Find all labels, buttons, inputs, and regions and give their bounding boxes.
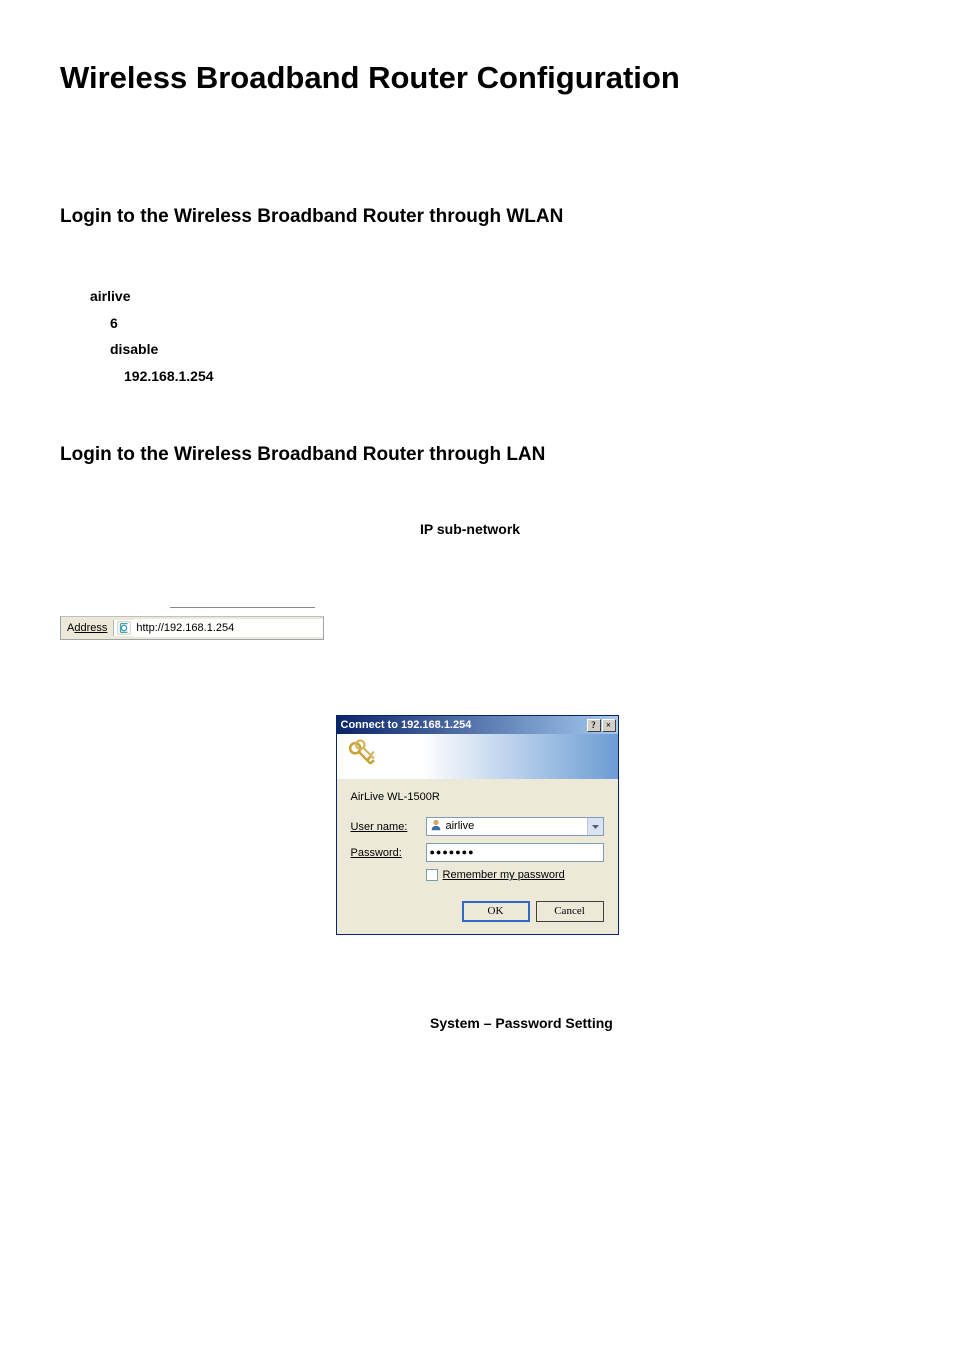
username-dropdown-button[interactable] [587, 818, 603, 835]
footer-password-setting: System – Password Setting [430, 1015, 894, 1031]
config-wep: disable [110, 336, 894, 363]
config-ip: 192.168.1.254 [124, 363, 894, 390]
wlan-config-values: airlive 6 disable 192.168.1.254 [90, 283, 894, 389]
config-ssid: airlive [90, 283, 894, 310]
ip-subnet-label: IP sub-network [420, 521, 894, 537]
address-url-input[interactable]: http://192.168.1.254 [134, 619, 323, 637]
dialog-header [337, 734, 618, 779]
section-lan-title: Login to the Wireless Broadband Router t… [60, 444, 894, 466]
ie-page-icon [113, 620, 134, 636]
password-input[interactable]: ●●●●●●● [426, 843, 604, 862]
username-label: User name: [351, 821, 426, 833]
user-icon [429, 818, 443, 835]
ok-button[interactable]: OK [462, 901, 530, 922]
realm-label: AirLive WL-1500R [351, 791, 604, 803]
config-channel: 6 [110, 310, 894, 337]
close-button[interactable]: × [602, 719, 616, 732]
password-value: ●●●●●●● [427, 844, 603, 861]
dialog-title: Connect to 192.168.1.254 [341, 719, 472, 731]
username-value: airlive [443, 818, 587, 835]
remember-checkbox[interactable] [426, 869, 438, 881]
username-input[interactable]: airlive [426, 817, 604, 836]
cancel-button[interactable]: Cancel [536, 901, 604, 922]
address-bar-screenshot: Address http://192.168.1.254 [60, 607, 894, 640]
page-title: Wireless Broadband Router Configuration [60, 60, 894, 96]
address-label: Address [61, 622, 113, 634]
help-button[interactable]: ? [587, 719, 601, 732]
dialog-titlebar[interactable]: Connect to 192.168.1.254 ? × [337, 716, 618, 734]
section-wlan-title: Login to the Wireless Broadband Router t… [60, 206, 894, 228]
password-label: Password: [351, 847, 426, 859]
remember-label: Remember my password [443, 869, 565, 881]
browser-address-bar: Address http://192.168.1.254 [60, 616, 324, 640]
keys-icon [345, 737, 379, 776]
auth-dialog: Connect to 192.168.1.254 ? × AirLive WL-… [336, 715, 619, 935]
